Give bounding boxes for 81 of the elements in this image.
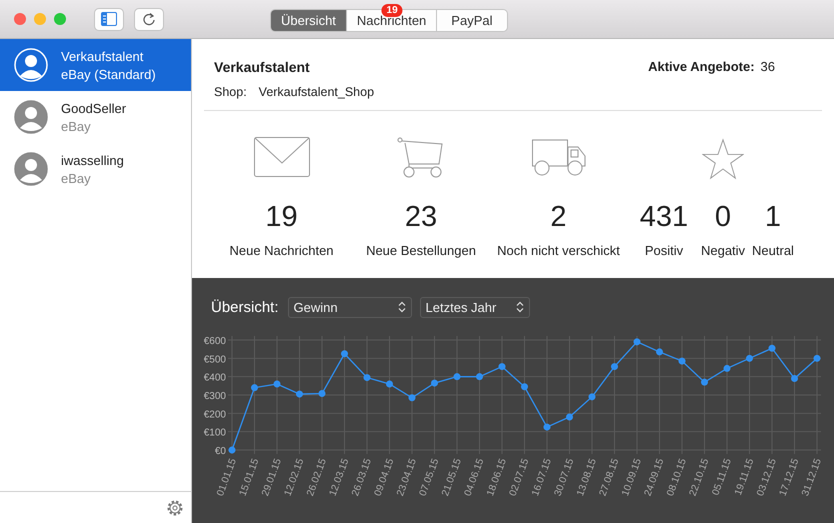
axis-tick-label: €0 bbox=[214, 446, 226, 457]
data-point bbox=[634, 338, 640, 346]
updown-chevron-icon bbox=[398, 301, 406, 313]
data-point bbox=[768, 344, 776, 352]
sidebar-toggle-button[interactable] bbox=[94, 8, 124, 30]
data-point bbox=[724, 364, 730, 372]
data-point bbox=[611, 363, 618, 370]
stat-value: 1 bbox=[764, 201, 782, 234]
data-point bbox=[318, 390, 326, 398]
star-icon bbox=[702, 137, 744, 181]
stat-value: 2 bbox=[550, 201, 567, 234]
data-point bbox=[588, 393, 596, 400]
data-point bbox=[454, 373, 460, 380]
data-point bbox=[791, 375, 798, 382]
refresh-button[interactable] bbox=[134, 8, 164, 30]
active-listings-label: Aktive Angebote: bbox=[648, 59, 755, 75]
data-point bbox=[678, 358, 686, 365]
axis-tick-label: €600 bbox=[204, 336, 226, 347]
envelope-icon bbox=[254, 137, 310, 177]
data-point bbox=[746, 354, 753, 362]
avatar-icon bbox=[14, 48, 48, 82]
stat-label: Positiv bbox=[644, 243, 684, 258]
data-point bbox=[656, 348, 663, 356]
account-name: iwasselling bbox=[61, 152, 124, 168]
account-platform: eBay bbox=[61, 118, 92, 134]
refresh-icon bbox=[142, 12, 156, 26]
data-point bbox=[521, 383, 528, 390]
account-title: Verkaufstalent bbox=[214, 59, 310, 75]
account-platform: eBay (Standard) bbox=[61, 66, 156, 82]
tab[interactable]: PayPal bbox=[437, 10, 506, 31]
stat-value: 23 bbox=[404, 201, 438, 234]
data-point bbox=[814, 354, 820, 362]
axis-tick-label: €100 bbox=[204, 428, 226, 439]
shopping-cart-icon bbox=[397, 137, 445, 179]
axis-tick-label: €300 bbox=[204, 391, 226, 402]
data-point bbox=[431, 380, 438, 387]
data-point bbox=[296, 390, 303, 398]
settings-icon[interactable] bbox=[166, 498, 184, 516]
axis-tick-label: €500 bbox=[204, 354, 226, 366]
active-listings-value: 36 bbox=[760, 59, 775, 75]
data-point bbox=[566, 414, 573, 420]
axis-tick-label: €400 bbox=[204, 372, 226, 384]
stat-value: 19 bbox=[265, 201, 298, 234]
stat-value: 0 bbox=[714, 201, 732, 234]
account-name: Verkaufstalent bbox=[61, 48, 144, 64]
truck-icon bbox=[532, 137, 586, 177]
stat-label: Neue Nachrichten bbox=[229, 243, 334, 258]
tab[interactable]: Übersicht bbox=[271, 10, 347, 31]
avatar-icon bbox=[14, 152, 48, 186]
period-dropdown[interactable]: Letztes Jahr bbox=[420, 296, 530, 318]
close-button[interactable] bbox=[14, 13, 26, 25]
updown-chevron-icon bbox=[516, 301, 524, 313]
data-point bbox=[251, 384, 258, 392]
data-point bbox=[408, 394, 416, 402]
account-item[interactable]: Verkaufstalent eBay (Standard) bbox=[0, 39, 191, 91]
overview-label: Übersicht: bbox=[211, 298, 279, 316]
data-point bbox=[228, 446, 236, 454]
shop-label: Shop: bbox=[214, 85, 247, 99]
metric-dropdown[interactable]: Gewinn bbox=[288, 296, 412, 318]
account-item[interactable]: GoodSeller eBay bbox=[0, 91, 191, 143]
account-item[interactable]: iwasselling eBay bbox=[0, 143, 191, 195]
axis-tick-label: €200 bbox=[204, 409, 226, 420]
stat-label: Neue Bestellungen bbox=[366, 243, 476, 258]
stat-label: Noch nicht verschickt bbox=[497, 243, 620, 258]
data-point bbox=[701, 378, 708, 386]
stat-value: 431 bbox=[640, 201, 688, 234]
data-point bbox=[476, 373, 483, 380]
data-point bbox=[274, 380, 280, 388]
stat-label: Neutral bbox=[752, 243, 794, 258]
data-point bbox=[386, 380, 393, 388]
account-name: GoodSeller bbox=[61, 100, 126, 116]
account-platform: eBay bbox=[61, 170, 92, 186]
data-point bbox=[498, 363, 506, 370]
avatar-icon bbox=[14, 100, 48, 134]
sidebar-icon bbox=[101, 12, 117, 26]
data-point bbox=[544, 424, 550, 431]
count-badge: 19 bbox=[382, 4, 403, 17]
data-point bbox=[341, 350, 348, 358]
stat-label: Negativ bbox=[700, 243, 746, 258]
data-point bbox=[364, 374, 370, 382]
shop-name: Verkaufstalent_Shop bbox=[258, 85, 374, 99]
